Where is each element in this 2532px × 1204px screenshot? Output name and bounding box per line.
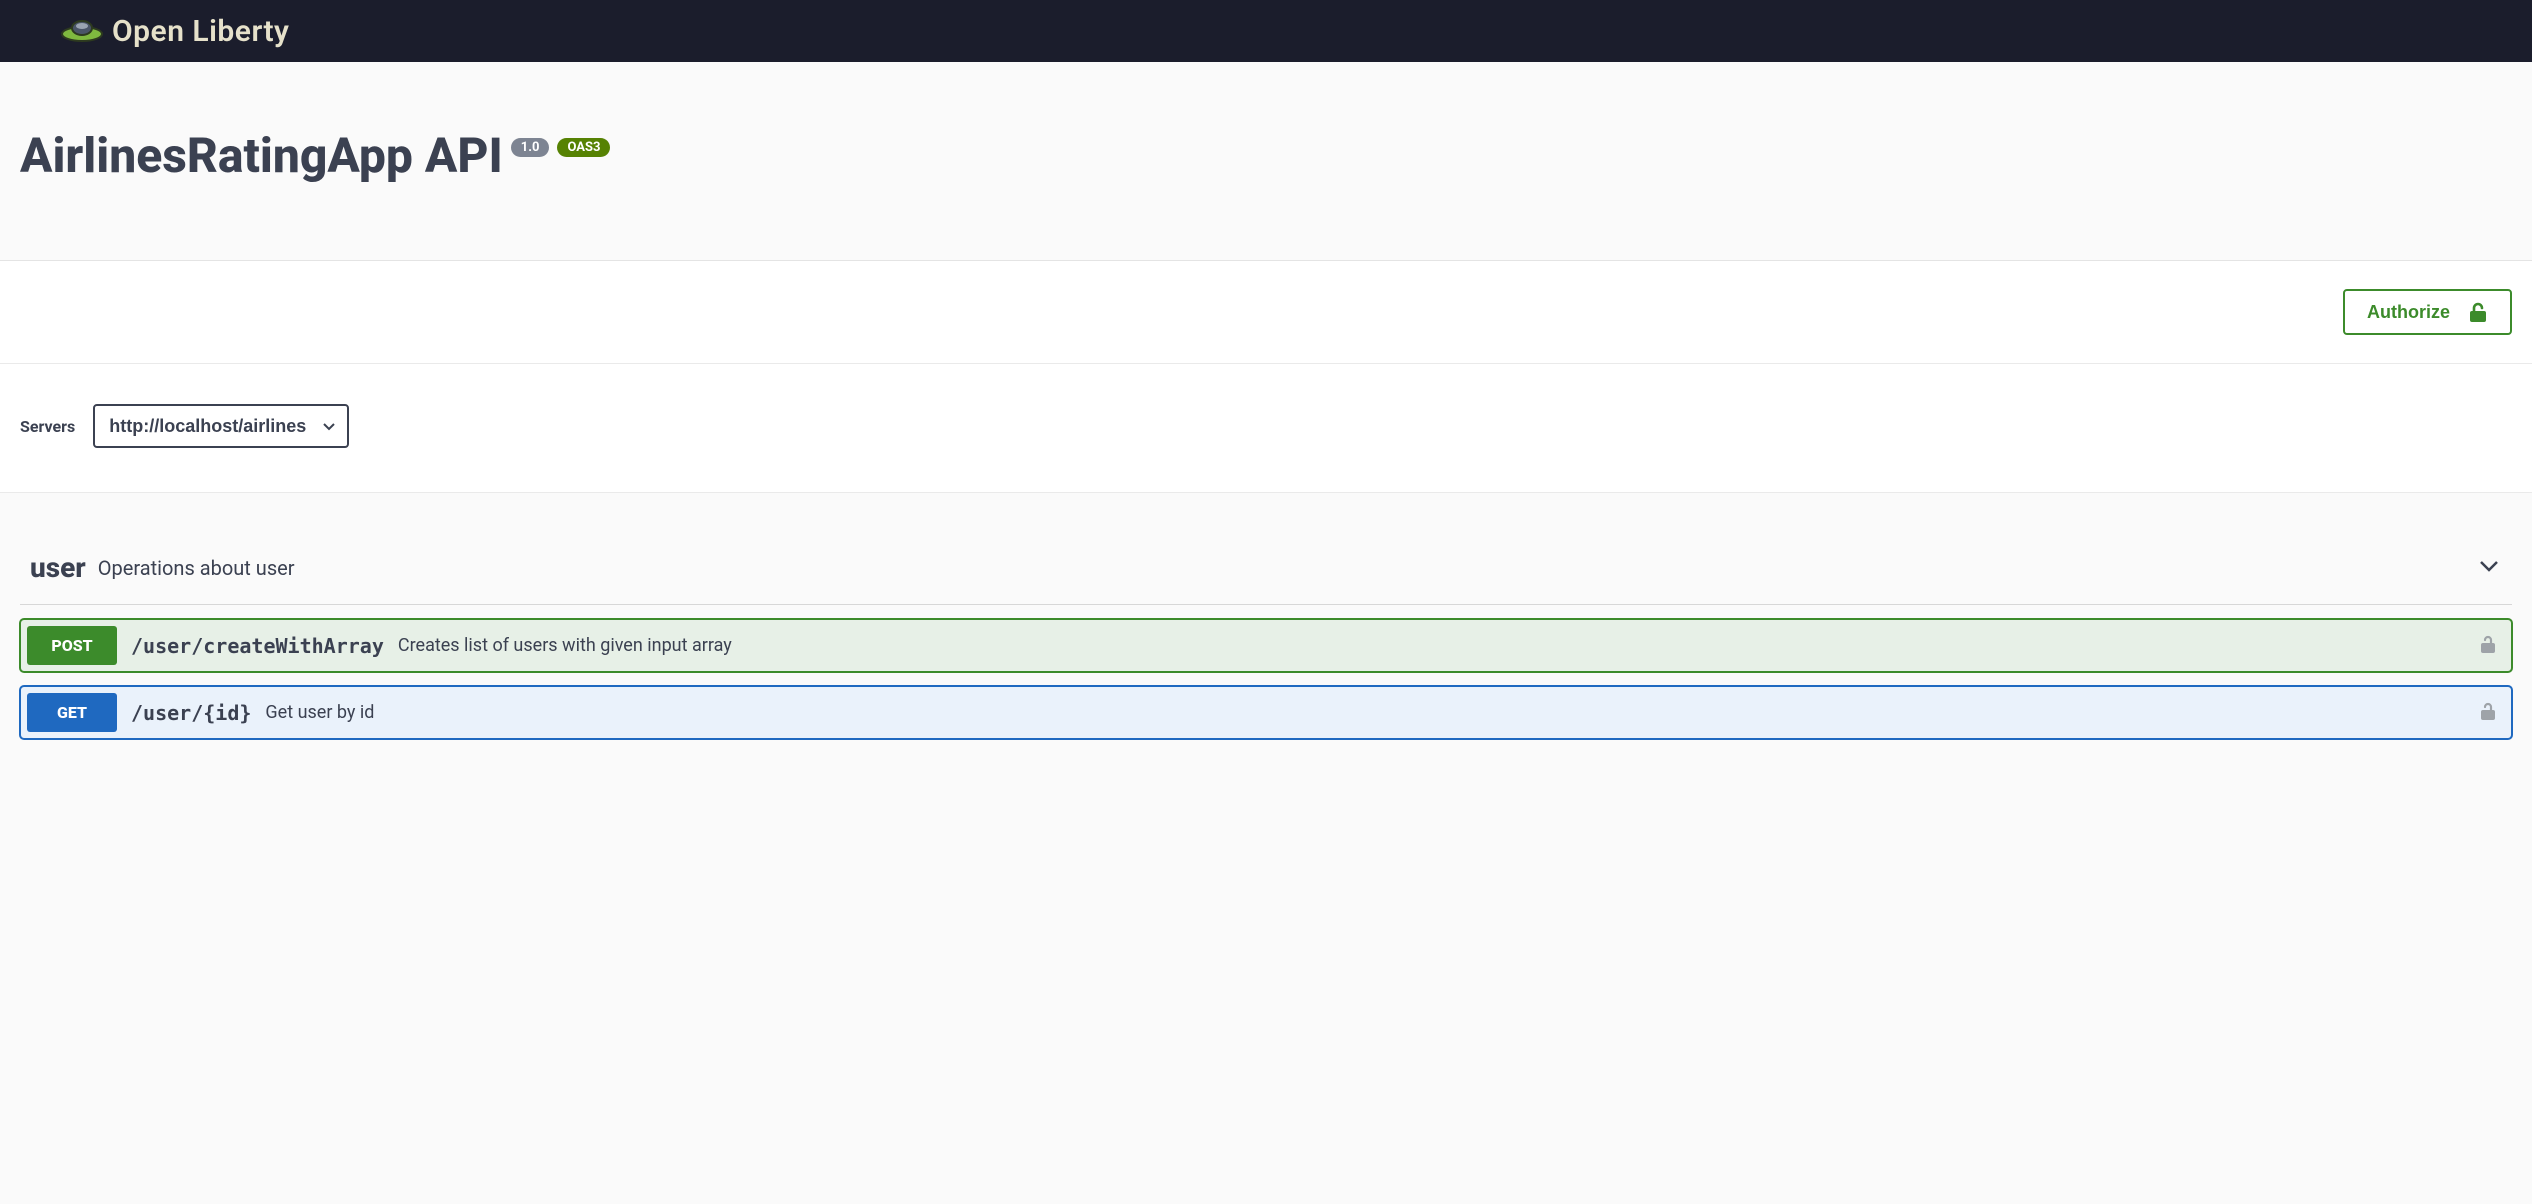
server-select[interactable]: http://localhost/airlines [93,404,349,448]
tag-header[interactable]: user Operations about user [20,547,2512,605]
servers-label: Servers [20,417,75,436]
unlock-icon [2468,301,2488,323]
authorize-button[interactable]: Authorize [2343,289,2512,335]
servers-section: Servers http://localhost/airlines [0,364,2532,493]
topbar: Open Liberty [0,0,2532,62]
api-title: AirlinesRatingApp API [20,132,503,180]
ufo-icon [60,14,104,48]
tag-name: user [30,551,86,584]
operation-path: /user/createWithArray [131,634,384,658]
operation-summary: Get user by id [265,702,374,723]
operation-row[interactable]: POST /user/createWithArray Creates list … [20,619,2512,672]
chevron-down-icon [2476,553,2502,583]
method-badge-get: GET [27,693,117,732]
operation-row[interactable]: GET /user/{id} Get user by id [20,686,2512,739]
brand-name: Open Liberty [112,14,289,49]
operation-summary: Creates list of users with given input a… [398,635,732,656]
tag-description: Operations about user [98,556,295,580]
operation-path: /user/{id} [131,701,251,725]
unlock-icon [2479,634,2497,658]
oas-badge: OAS3 [557,138,610,157]
brand-logo: Open Liberty [60,14,289,49]
method-badge-post: POST [27,626,117,665]
authorize-label: Authorize [2367,302,2450,323]
unlock-icon [2479,701,2497,725]
api-version-badge: 1.0 [511,138,550,157]
tag-section: user Operations about user POST /user/cr… [0,493,2532,739]
auth-section: Authorize [0,261,2532,364]
api-hero: AirlinesRatingApp API 1.0 OAS3 [0,62,2532,261]
